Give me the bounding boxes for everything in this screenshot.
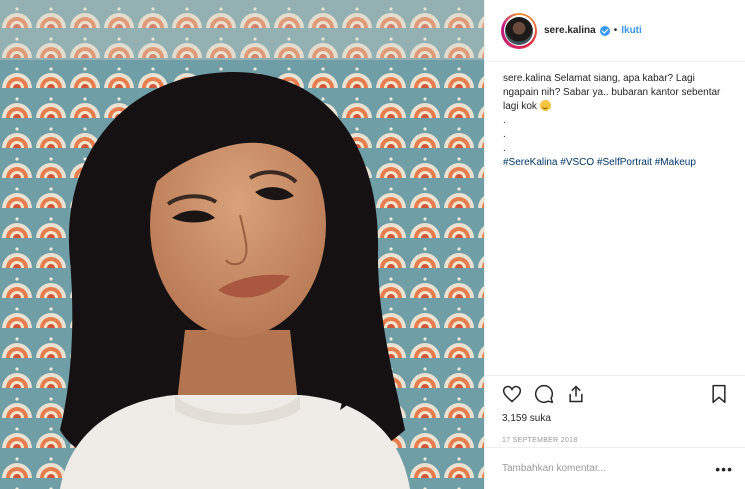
verified-badge-icon [599, 25, 610, 36]
post-date: 17 SEPTEMBER 2018 [502, 437, 578, 444]
bookmark-icon[interactable] [709, 384, 729, 404]
separator-dot: • [613, 25, 618, 36]
action-bar [485, 376, 745, 405]
caption-hashtags[interactable]: #SereKalina #VSCO #SelfPortrait #Makeup [503, 156, 729, 170]
share-icon[interactable] [566, 384, 586, 404]
post-actions-section: 3,159 suka 17 SEPTEMBER 2018 [485, 375, 745, 444]
smiling-face-emoji-icon [539, 100, 551, 111]
comment-box: ••• [485, 447, 745, 489]
post-caption: sere.kalina Selamat siang, apa kabar? La… [485, 62, 745, 170]
caption-username[interactable]: sere.kalina [503, 73, 551, 84]
follow-button[interactable]: Ikuti [621, 25, 642, 36]
avatar-photo [505, 16, 533, 45]
instagram-post: sere.kalina • Ikuti sere.kalina Selamat … [0, 0, 745, 489]
caption-dot: . [503, 143, 506, 154]
comment-icon[interactable] [534, 384, 554, 404]
more-options-button[interactable]: ••• [715, 461, 733, 477]
selfie-photo-image [0, 0, 484, 489]
caption-dots: . . . [503, 114, 729, 156]
heart-icon[interactable] [502, 384, 522, 404]
caption-body: sere.kalina Selamat siang, apa kabar? La… [503, 72, 729, 114]
comment-input[interactable] [502, 463, 716, 474]
likes-count[interactable]: 3,159 suka [485, 405, 745, 424]
username-link[interactable]: sere.kalina [544, 25, 596, 36]
post-sidebar: sere.kalina • Ikuti sere.kalina Selamat … [484, 0, 745, 489]
caption-dot: . [503, 115, 506, 126]
avatar[interactable] [501, 12, 537, 49]
avatar-inner [503, 15, 535, 46]
post-photo[interactable] [0, 0, 484, 489]
post-header: sere.kalina • Ikuti [485, 0, 745, 62]
caption-dot: . [503, 129, 506, 140]
